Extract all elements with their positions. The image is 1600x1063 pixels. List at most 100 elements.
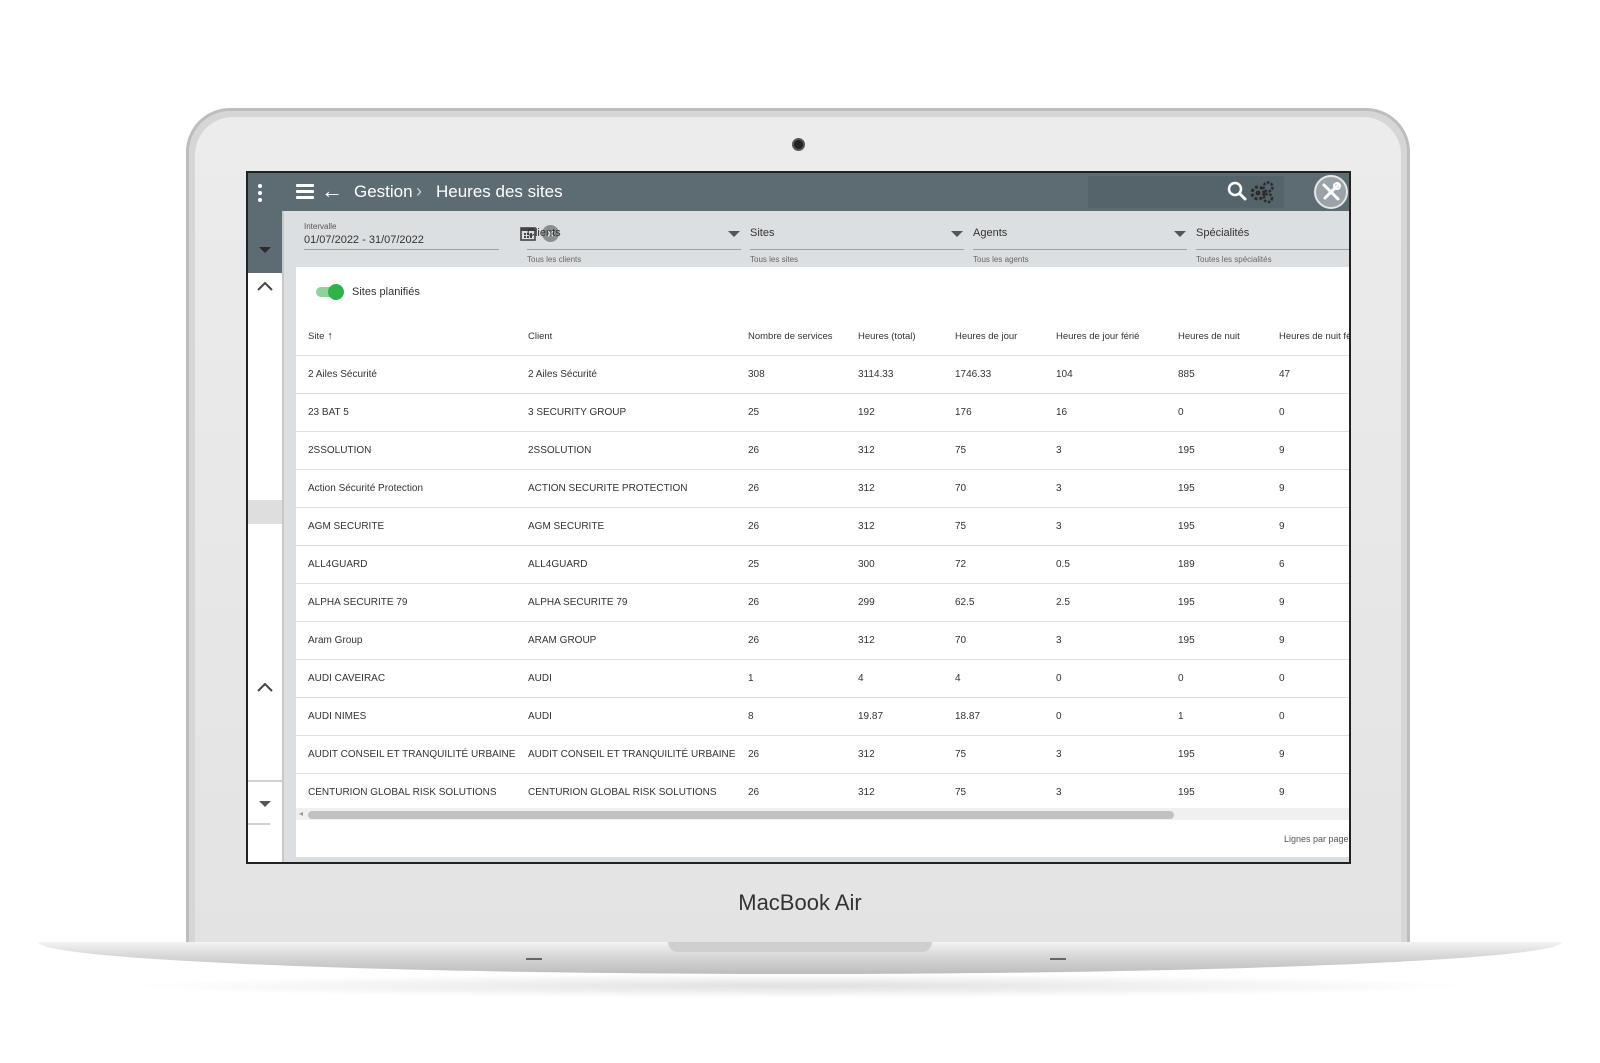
cell-client: ARAM GROUP [516, 621, 736, 660]
sites-planifies-toggle[interactable] [316, 284, 344, 300]
rail-separator [282, 211, 284, 862]
cell-holiday-night-hours: 6 [1267, 545, 1349, 584]
chevron-up-icon[interactable] [253, 676, 277, 700]
sites-sub: Tous les sites [750, 255, 799, 264]
cell-client: AUDI [516, 697, 736, 736]
cell-site: AUDI NIMES [296, 697, 516, 736]
interval-field[interactable]: 01/07/2022 - 31/07/2022 [304, 234, 424, 246]
cell-services: 1 [736, 659, 846, 698]
cell-night-hours: 189 [1166, 545, 1267, 584]
cell-holiday-night-hours: 9 [1267, 773, 1349, 812]
camera-icon [792, 138, 805, 151]
column-header-client[interactable]: Client [516, 317, 736, 356]
sort-ascending-icon[interactable]: ↑ [327, 330, 333, 342]
cell-holiday-night-hours: 0 [1267, 659, 1349, 698]
table-row[interactable]: AUDIT CONSEIL ET TRANQUILITÉ URBAINE AUDI… [296, 735, 1349, 774]
agents-underline [973, 249, 1187, 250]
cell-total-hours: 300 [846, 545, 943, 584]
cell-services: 26 [736, 621, 846, 660]
cell-night-hours: 195 [1166, 773, 1267, 812]
cell-total-hours: 312 [846, 773, 943, 812]
column-header-site[interactable]: Site ↑ [296, 317, 516, 356]
table-row[interactable]: 23 BAT 53 SECURITY GROUP 25 192 176 16 0 0 [296, 393, 1349, 432]
table-row[interactable]: AUDI NIMES AUDI 8 19.87 18.87 0 1 0 [296, 697, 1349, 736]
more-vert-icon[interactable] [256, 183, 264, 203]
column-header-services[interactable]: Nombre de services [736, 317, 846, 356]
cell-client: 2 Ailes Sécurité [516, 355, 736, 394]
column-header-day-hours[interactable]: Heures de jour [943, 317, 1044, 356]
cell-day-hours: 176 [943, 393, 1044, 432]
cell-day-hours: 18.87 [943, 697, 1044, 736]
tools-button[interactable] [1314, 175, 1348, 209]
cell-holiday-day-hours: 16 [1044, 393, 1166, 432]
cell-total-hours: 312 [846, 735, 943, 774]
sites-dropdown-icon[interactable] [951, 231, 963, 237]
specialites-underline [1196, 249, 1349, 250]
results-panel: Sites planifiés Site ↑ Client Nombre de s… [296, 267, 1349, 857]
cell-services: 308 [736, 355, 846, 394]
table-row[interactable]: 2 Ailes Sécurité 2 Ailes Sécurité 308 3114.… [296, 355, 1349, 394]
table-row[interactable]: AUDI CAVEIRAC AUDI 1 4 4 0 0 0 [296, 659, 1349, 698]
cell-night-hours: 195 [1166, 431, 1267, 470]
menu-icon[interactable] [296, 184, 314, 200]
cell-holiday-day-hours: 3 [1044, 621, 1166, 660]
chevron-up-icon[interactable] [253, 275, 277, 299]
cell-site: CENTURION GLOBAL RISK SOLUTIONS [296, 773, 516, 812]
cell-client: CENTURION GLOBAL RISK SOLUTIONS [516, 773, 736, 812]
column-header-total-hours[interactable]: Heures (total) [846, 317, 943, 356]
agents-sub: Tous les agents [973, 255, 1029, 264]
table-row[interactable]: Action Sécurité Protection ACTION SECURIT… [296, 469, 1349, 508]
cell-client: AGM SECURITE [516, 507, 736, 546]
rail-top-block [248, 211, 282, 273]
cell-site: 23 BAT 5 [296, 393, 516, 432]
cell-night-hours: 195 [1166, 621, 1267, 660]
cell-client: AUDIT CONSEIL ET TRANQUILITÉ URBAINE [516, 735, 736, 774]
scrollbar-thumb[interactable] [308, 811, 1174, 819]
cell-night-hours: 195 [1166, 735, 1267, 774]
column-header-holiday-night-hours[interactable]: Heures de nuit fé [1267, 317, 1349, 356]
rail-divider [248, 780, 282, 782]
sites-underline [750, 249, 964, 250]
cell-client: ALL4GUARD [516, 545, 736, 584]
cell-services: 26 [736, 469, 846, 508]
cell-total-hours: 312 [846, 507, 943, 546]
horizontal-scrollbar[interactable]: ◂ [296, 808, 1349, 820]
column-header-holiday-day-hours[interactable]: Heures de jour férié [1044, 317, 1166, 356]
back-arrow-icon[interactable]: ← [321, 180, 343, 202]
left-rail [248, 211, 282, 862]
table-row[interactable]: CENTURION GLOBAL RISK SOLUTIONS CENTURION… [296, 773, 1349, 812]
table-row[interactable]: ALL4GUARD ALL4GUARD 25 300 72 0.5 189 6 [296, 545, 1349, 584]
cell-total-hours: 3114.33 [846, 355, 943, 394]
clients-dropdown-icon[interactable] [728, 231, 740, 237]
cell-day-hours: 75 [943, 773, 1044, 812]
specialites-select[interactable]: Spécialités [1196, 227, 1249, 239]
gear-icon[interactable] [1248, 179, 1276, 205]
rail-selected-item[interactable] [248, 500, 282, 524]
filter-bar: Intervalle 01/07/2022 - 31/07/2022 × Cli… [286, 211, 1349, 267]
table-row[interactable]: Aram Group ARAM GROUP 26 312 70 3 195 9 [296, 621, 1349, 660]
cell-holiday-day-hours: 3 [1044, 431, 1166, 470]
scroll-left-icon[interactable]: ◂ [299, 809, 303, 818]
cell-site: AGM SECURITE [296, 507, 516, 546]
clients-select[interactable]: Clients [527, 227, 561, 239]
laptop-foot [526, 958, 542, 960]
search-icon[interactable] [1226, 180, 1248, 202]
cell-site: 2 Ailes Sécurité [296, 355, 516, 394]
cell-services: 26 [736, 507, 846, 546]
cell-services: 25 [736, 393, 846, 432]
laptop-foot [1050, 958, 1066, 960]
column-header-night-hours[interactable]: Heures de nuit [1166, 317, 1267, 356]
breadcrumb-parent[interactable]: Gestion [354, 182, 413, 202]
cell-holiday-day-hours: 3 [1044, 469, 1166, 508]
table-header-row: Site ↑ Client Nombre de services Heures (… [296, 317, 1349, 356]
agents-select[interactable]: Agents [973, 227, 1007, 239]
chevron-down-icon[interactable] [259, 247, 271, 253]
table-row[interactable]: 2SSOLUTION 2SSOLUTION 26 312 75 3 195 9 [296, 431, 1349, 470]
sites-select[interactable]: Sites [750, 227, 774, 239]
agents-dropdown-icon[interactable] [1174, 231, 1186, 237]
cell-holiday-day-hours: 3 [1044, 773, 1166, 812]
chevron-down-icon[interactable] [259, 801, 271, 807]
table-row[interactable]: AGM SECURITE AGM SECURITE 26 312 75 3 195 9 [296, 507, 1349, 546]
table-row[interactable]: ALPHA SECURITE 79 ALPHA SECURITE 79 26 299 6… [296, 583, 1349, 622]
cell-day-hours: 4 [943, 659, 1044, 698]
